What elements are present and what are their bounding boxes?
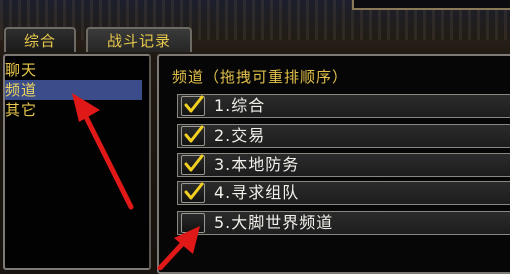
annotation-arrows xyxy=(72,93,200,270)
arrow-icon xyxy=(157,226,200,270)
arrow-icon xyxy=(72,93,134,210)
